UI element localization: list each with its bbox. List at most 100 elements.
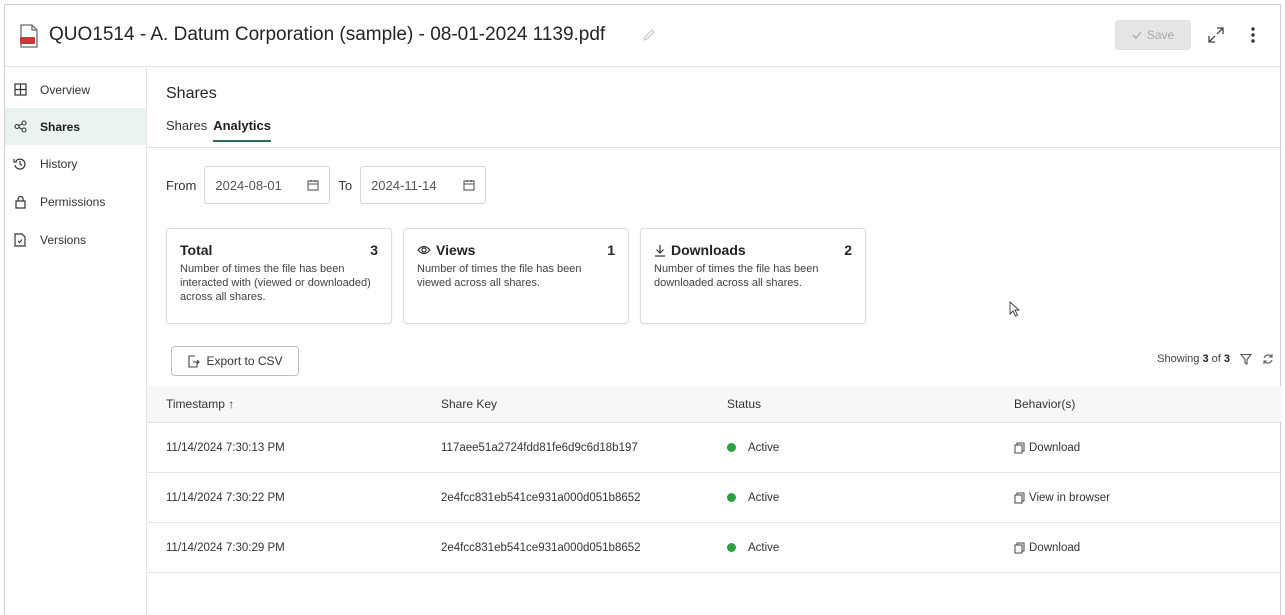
card-title: Total bbox=[180, 242, 213, 258]
card-value: 3 bbox=[370, 242, 378, 258]
filter-icon[interactable] bbox=[1240, 353, 1252, 365]
date-range: From 2024-08-01 To 2024-11-14 bbox=[166, 166, 494, 204]
pencil-icon[interactable] bbox=[642, 28, 656, 42]
tabs-divider bbox=[147, 147, 1282, 148]
share-icon bbox=[13, 120, 27, 134]
to-label: To bbox=[338, 177, 353, 193]
eye-icon bbox=[417, 245, 431, 255]
timestamp-cell: 11/14/2024 7:30:22 PM bbox=[166, 491, 285, 504]
card-title: Downloads bbox=[671, 242, 746, 258]
behavior-cell: Download bbox=[1014, 442, 1080, 454]
status-cell: Active bbox=[727, 492, 779, 504]
copy-icon bbox=[1014, 442, 1025, 453]
refresh-icon[interactable] bbox=[1262, 353, 1274, 365]
card-description: Number of times the file has been downlo… bbox=[654, 263, 819, 289]
calendar-icon bbox=[463, 180, 475, 191]
calendar-icon bbox=[307, 180, 319, 191]
copy-icon bbox=[1014, 542, 1025, 553]
main-content: Shares Shares Analytics From 2024-08-01 … bbox=[147, 67, 1282, 615]
tab-bar: Shares Analytics bbox=[166, 118, 272, 142]
more-vertical-icon bbox=[1251, 27, 1255, 43]
expand-button[interactable] bbox=[1203, 22, 1229, 48]
showing-total: 3 bbox=[1223, 353, 1230, 365]
section-title: Shares bbox=[166, 85, 217, 102]
tab-shares[interactable]: Shares bbox=[166, 118, 207, 142]
to-date-input[interactable]: 2024-11-14 bbox=[360, 166, 487, 204]
card-title: Views bbox=[436, 242, 476, 258]
save-label: Save bbox=[1146, 28, 1175, 42]
from-date-value: 2024-08-01 bbox=[215, 177, 282, 193]
export-label: Export to CSV bbox=[206, 354, 283, 368]
card-value: 2 bbox=[844, 242, 852, 258]
share-key-cell: 2e4fcc831eb541ce931a000d051b8652 bbox=[441, 491, 641, 504]
page-title: QUO1514 - A. Datum Corporation (sample) … bbox=[49, 24, 606, 45]
to-date-value: 2024-11-14 bbox=[371, 177, 437, 193]
behavior-cell: Download bbox=[1014, 542, 1080, 554]
results-count: Showing 3 of 3 bbox=[1157, 353, 1274, 365]
export-icon bbox=[188, 354, 201, 368]
lock-icon bbox=[13, 195, 27, 209]
sidebar-item-label: History bbox=[40, 156, 78, 171]
timestamp-cell: 11/14/2024 7:30:13 PM bbox=[166, 441, 285, 454]
more-options-button[interactable] bbox=[1245, 22, 1261, 48]
showing-of: of bbox=[1211, 353, 1221, 365]
behavior-text: View in browser bbox=[1029, 491, 1110, 504]
header-bar: QUO1514 - A. Datum Corporation (sample) … bbox=[5, 5, 1280, 67]
status-active-dot bbox=[727, 443, 736, 452]
expand-icon bbox=[1208, 27, 1224, 43]
sidebar-item-shares[interactable]: Shares bbox=[5, 108, 146, 145]
table-row[interactable]: 11/14/2024 7:30:29 PM 2e4fcc831eb541ce93… bbox=[147, 523, 1282, 573]
column-header-behaviors[interactable]: Behavior(s) bbox=[1014, 397, 1075, 411]
table-row[interactable]: 11/14/2024 7:30:13 PM 117aee51a2724fdd81… bbox=[147, 423, 1282, 473]
tab-analytics[interactable]: Analytics bbox=[213, 118, 272, 142]
grid-icon bbox=[13, 83, 27, 97]
status-cell: Active bbox=[727, 542, 779, 554]
column-header-share-key[interactable]: Share Key bbox=[441, 397, 497, 411]
sidebar-item-overview[interactable]: Overview bbox=[5, 71, 146, 108]
sidebar-item-permissions[interactable]: Permissions bbox=[5, 183, 146, 220]
table-header: Timestamp ↑ Share Key Status Behavior(s) bbox=[147, 386, 1282, 423]
status-active-dot bbox=[727, 493, 736, 502]
card-value: 1 bbox=[607, 242, 615, 258]
table-row[interactable]: 11/14/2024 7:30:22 PM 2e4fcc831eb541ce93… bbox=[147, 473, 1282, 523]
card-description: Number of times the file has been viewed… bbox=[417, 263, 582, 289]
status-active-dot bbox=[727, 543, 736, 552]
from-date-input[interactable]: 2024-08-01 bbox=[204, 166, 331, 204]
app-window: QUO1514 - A. Datum Corporation (sample) … bbox=[4, 4, 1282, 615]
downloads-card: Downloads 2 Number of times the file has… bbox=[640, 228, 866, 324]
total-card: Total 3 Number of times the file has bee… bbox=[166, 228, 392, 324]
views-card: Views 1 Number of times the file has bee… bbox=[403, 228, 629, 324]
export-csv-button[interactable]: Export to CSV bbox=[171, 346, 299, 376]
sidebar-item-versions[interactable]: Versions bbox=[5, 221, 146, 258]
sidebar: Overview Shares History Permissions Vers… bbox=[5, 67, 147, 615]
behavior-text: Download bbox=[1029, 541, 1081, 554]
status-cell: Active bbox=[727, 442, 779, 454]
showing-prefix: Showing bbox=[1157, 353, 1200, 365]
showing-shown: 3 bbox=[1202, 353, 1209, 365]
column-header-status[interactable]: Status bbox=[727, 397, 761, 411]
sidebar-item-label: Permissions bbox=[40, 194, 106, 209]
sidebar-item-history[interactable]: History bbox=[5, 145, 146, 182]
status-text: Active bbox=[748, 441, 780, 454]
column-header-timestamp[interactable]: Timestamp ↑ bbox=[166, 397, 234, 411]
download-icon bbox=[655, 244, 665, 257]
history-icon bbox=[13, 157, 27, 171]
from-label: From bbox=[166, 177, 197, 193]
save-button[interactable]: Save bbox=[1115, 20, 1191, 50]
behavior-cell: View in browser bbox=[1014, 492, 1110, 504]
shares-analytics-table: Timestamp ↑ Share Key Status Behavior(s)… bbox=[147, 386, 1282, 573]
behavior-text: Download bbox=[1029, 441, 1081, 454]
status-text: Active bbox=[748, 541, 780, 554]
card-description: Number of times the file has been intera… bbox=[180, 263, 371, 303]
mouse-cursor-icon bbox=[1009, 301, 1021, 317]
timestamp-cell: 11/14/2024 7:30:29 PM bbox=[166, 541, 285, 554]
share-key-cell: 117aee51a2724fdd81fe6d9c6d18b197 bbox=[441, 441, 638, 454]
sidebar-item-label: Shares bbox=[40, 119, 81, 134]
check-icon bbox=[1132, 31, 1142, 39]
versions-icon bbox=[13, 232, 27, 247]
copy-icon bbox=[1014, 492, 1025, 503]
sidebar-item-label: Versions bbox=[40, 232, 87, 247]
status-text: Active bbox=[748, 491, 780, 504]
pdf-file-icon bbox=[20, 24, 38, 48]
share-key-cell: 2e4fcc831eb541ce931a000d051b8652 bbox=[441, 541, 641, 554]
